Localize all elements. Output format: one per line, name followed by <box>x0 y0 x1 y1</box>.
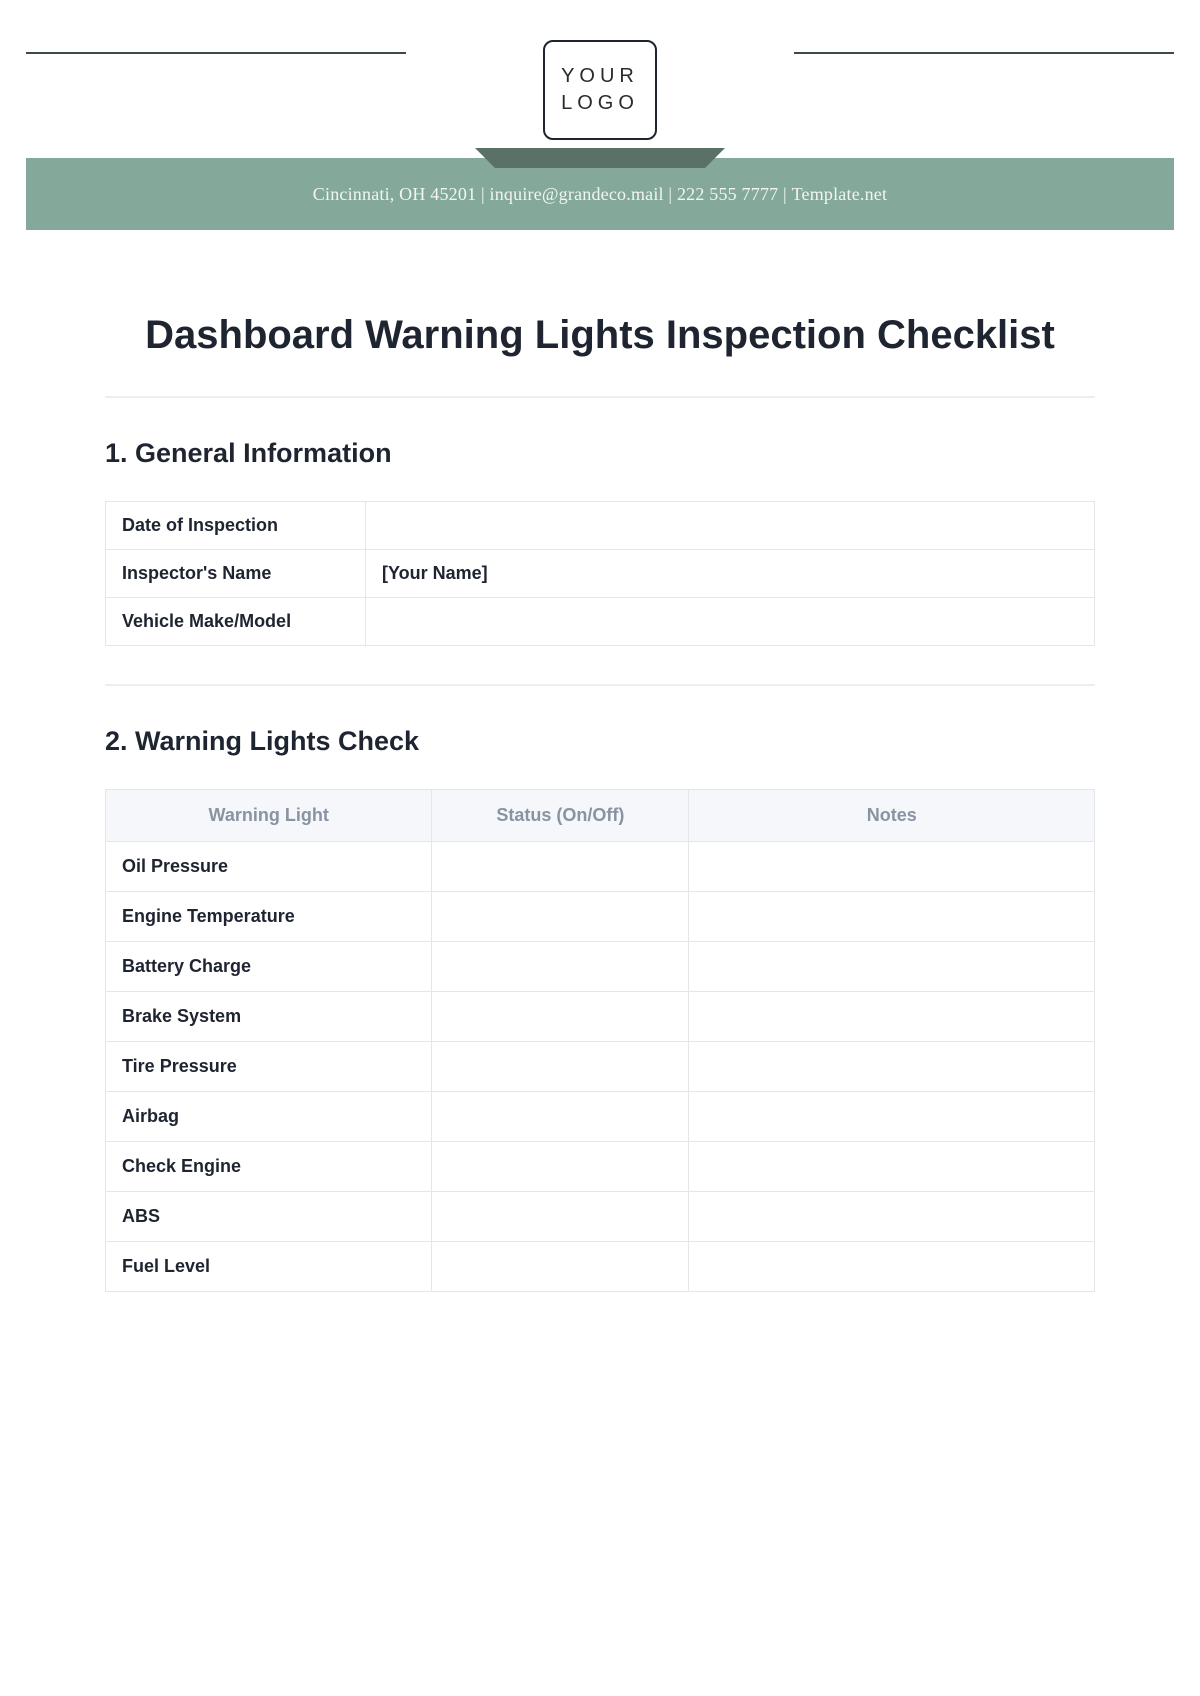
notes-cell[interactable] <box>689 892 1095 942</box>
banner-notch <box>475 148 725 168</box>
notes-cell[interactable] <box>689 942 1095 992</box>
header-banner: Cincinnati, OH 45201 | inquire@grandeco.… <box>0 158 1200 230</box>
info-value[interactable]: [Your Name] <box>366 550 1095 598</box>
info-label: Date of Inspection <box>106 502 366 550</box>
section-1-heading: 1. General Information <box>105 438 1095 469</box>
table-row: Airbag <box>106 1092 1095 1142</box>
table-row: Battery Charge <box>106 942 1095 992</box>
status-cell[interactable] <box>432 942 689 992</box>
separator: | <box>476 184 489 204</box>
notes-cell[interactable] <box>689 842 1095 892</box>
separator: | <box>778 184 791 204</box>
table-header-row: Warning Light Status (On/Off) Notes <box>106 790 1095 842</box>
status-cell[interactable] <box>432 992 689 1042</box>
top-rule-right <box>794 52 1174 54</box>
table-row: Brake System <box>106 992 1095 1042</box>
table-row: Inspector's Name [Your Name] <box>106 550 1095 598</box>
table-row: ABS <box>106 1192 1095 1242</box>
table-row: Engine Temperature <box>106 892 1095 942</box>
warning-light-name: Check Engine <box>106 1142 432 1192</box>
warning-light-name: Fuel Level <box>106 1242 432 1292</box>
col-notes: Notes <box>689 790 1095 842</box>
section-2-heading: 2. Warning Lights Check <box>105 726 1095 757</box>
warning-light-name: Brake System <box>106 992 432 1042</box>
general-info-table: Date of Inspection Inspector's Name [You… <box>105 501 1095 646</box>
warning-lights-table: Warning Light Status (On/Off) Notes Oil … <box>105 789 1095 1292</box>
banner-bg: Cincinnati, OH 45201 | inquire@grandeco.… <box>26 158 1174 230</box>
info-label: Vehicle Make/Model <box>106 598 366 646</box>
status-cell[interactable] <box>432 842 689 892</box>
warning-light-name: Engine Temperature <box>106 892 432 942</box>
logo-line2: LOGO <box>561 92 639 114</box>
status-cell[interactable] <box>432 1092 689 1142</box>
info-label: Inspector's Name <box>106 550 366 598</box>
table-row: Date of Inspection <box>106 502 1095 550</box>
table-row: Oil Pressure <box>106 842 1095 892</box>
warning-light-name: Airbag <box>106 1092 432 1142</box>
logo-line1: YOUR <box>561 65 639 87</box>
banner-address: Cincinnati, OH 45201 <box>313 184 477 204</box>
table-row: Check Engine <box>106 1142 1095 1192</box>
status-cell[interactable] <box>432 1192 689 1242</box>
status-cell[interactable] <box>432 1242 689 1292</box>
banner-site: Template.net <box>792 184 888 204</box>
notes-cell[interactable] <box>689 1142 1095 1192</box>
info-value[interactable] <box>366 598 1095 646</box>
divider <box>105 684 1095 686</box>
notes-cell[interactable] <box>689 1192 1095 1242</box>
status-cell[interactable] <box>432 1042 689 1092</box>
top-rule-left <box>26 52 406 54</box>
info-value[interactable] <box>366 502 1095 550</box>
divider <box>105 396 1095 398</box>
table-row: Vehicle Make/Model <box>106 598 1095 646</box>
col-warning-light: Warning Light <box>106 790 432 842</box>
warning-light-name: Oil Pressure <box>106 842 432 892</box>
warning-light-name: Tire Pressure <box>106 1042 432 1092</box>
banner-email: inquire@grandeco.mail <box>490 184 664 204</box>
table-row: Tire Pressure <box>106 1042 1095 1092</box>
col-status: Status (On/Off) <box>432 790 689 842</box>
logo-placeholder: YOUR LOGO <box>543 40 657 140</box>
status-cell[interactable] <box>432 892 689 942</box>
notes-cell[interactable] <box>689 1242 1095 1292</box>
notes-cell[interactable] <box>689 992 1095 1042</box>
logo-text: YOUR LOGO <box>561 63 639 117</box>
notes-cell[interactable] <box>689 1092 1095 1142</box>
status-cell[interactable] <box>432 1142 689 1192</box>
document-content: Dashboard Warning Lights Inspection Chec… <box>105 280 1095 1330</box>
banner-text: Cincinnati, OH 45201 | inquire@grandeco.… <box>313 184 887 205</box>
table-row: Fuel Level <box>106 1242 1095 1292</box>
notes-cell[interactable] <box>689 1042 1095 1092</box>
warning-light-name: ABS <box>106 1192 432 1242</box>
warning-light-name: Battery Charge <box>106 942 432 992</box>
banner-phone: 222 555 7777 <box>677 184 778 204</box>
separator: | <box>664 184 677 204</box>
page-title: Dashboard Warning Lights Inspection Chec… <box>105 310 1095 360</box>
